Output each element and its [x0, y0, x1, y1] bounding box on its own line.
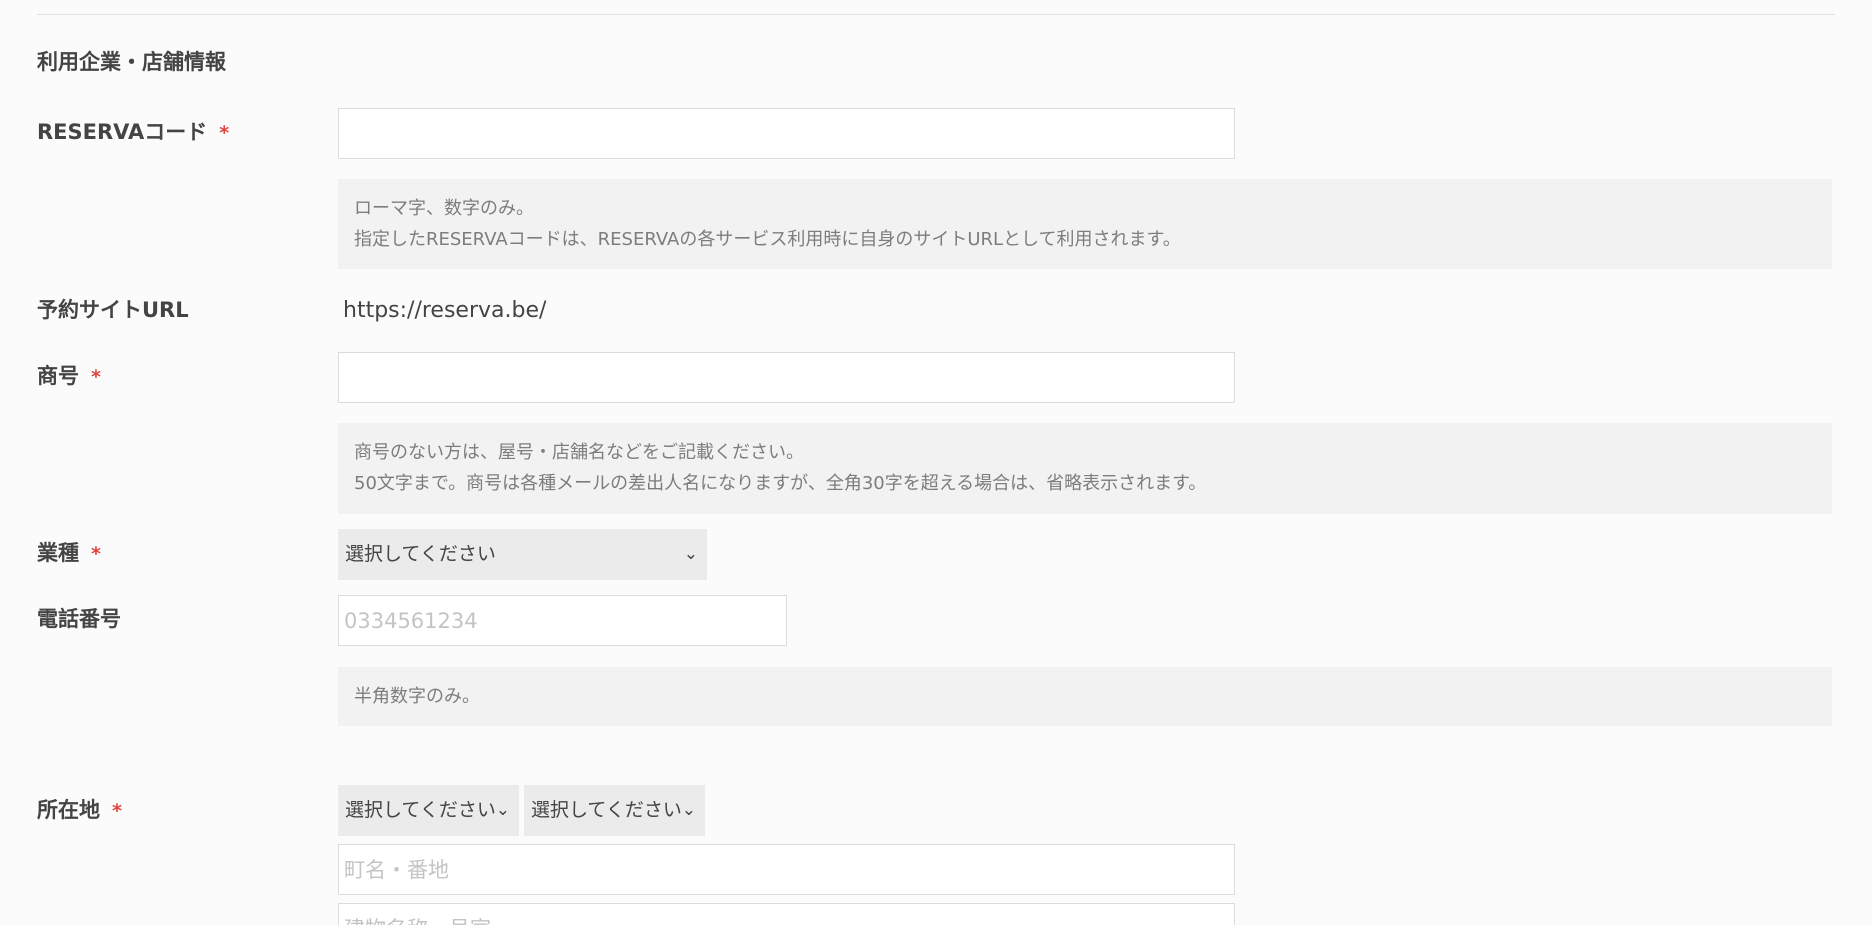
trade-name-label-text: 商号: [37, 364, 79, 388]
address-label: 所在地 *: [37, 794, 122, 824]
required-mark: *: [91, 543, 101, 565]
trade-name-input[interactable]: [338, 352, 1235, 403]
help-line: 50文字まで。商号は各種メールの差出人名になりますが、全角30字を超える場合は、…: [354, 473, 1207, 494]
city-select[interactable]: 選択してください ⌄: [524, 785, 705, 836]
industry-label-text: 業種: [37, 541, 79, 565]
phone-input[interactable]: [338, 595, 787, 646]
city-selected-value: 選択してください: [531, 799, 682, 821]
industry-selected-value: 選択してください: [345, 543, 496, 565]
phone-help: 半角数字のみ。: [338, 667, 1832, 726]
chevron-down-icon: ⌄: [683, 544, 698, 564]
required-mark: *: [219, 122, 230, 144]
reserva-code-label-text: RESERVAコード: [37, 120, 208, 144]
required-mark: *: [91, 366, 101, 388]
help-line: 半角数字のみ。: [354, 686, 480, 707]
prefecture-selected-value: 選択してください: [345, 799, 496, 821]
top-divider: [37, 14, 1835, 15]
street-address-input[interactable]: [338, 844, 1235, 895]
industry-label: 業種 *: [37, 537, 101, 567]
required-mark: *: [112, 800, 122, 822]
site-url-value: https://reserva.be/: [343, 298, 547, 323]
reserva-code-help: ローマ字、数字のみ。 指定したRESERVAコードは、RESERVAの各サービス…: [338, 179, 1832, 269]
company-info-form: 利用企業・店舗情報 RESERVAコード * ローマ字、数字のみ。 指定したRES…: [0, 0, 1872, 925]
trade-name-help: 商号のない方は、屋号・店舗名などをご記載ください。 50文字まで。商号は各種メー…: [338, 423, 1832, 514]
help-line: 指定したRESERVAコードは、RESERVAの各サービス利用時に自身のサイトU…: [354, 229, 1181, 250]
reserva-code-input[interactable]: [338, 108, 1235, 159]
chevron-down-icon: ⌄: [681, 800, 696, 820]
help-line: 商号のない方は、屋号・店舗名などをご記載ください。: [354, 442, 804, 463]
industry-select[interactable]: 選択してください ⌄: [338, 529, 707, 580]
section-title: 利用企業・店舗情報: [37, 50, 226, 74]
site-url-label: 予約サイトURL: [37, 298, 189, 322]
trade-name-label: 商号 *: [37, 360, 101, 390]
phone-label: 電話番号: [37, 607, 121, 631]
address-label-text: 所在地: [37, 798, 100, 822]
reserva-code-label: RESERVAコード *: [37, 116, 229, 146]
chevron-down-icon: ⌄: [495, 800, 510, 820]
help-line: ローマ字、数字のみ。: [354, 198, 534, 219]
building-name-input[interactable]: [338, 903, 1235, 925]
prefecture-select[interactable]: 選択してください ⌄: [338, 785, 519, 836]
